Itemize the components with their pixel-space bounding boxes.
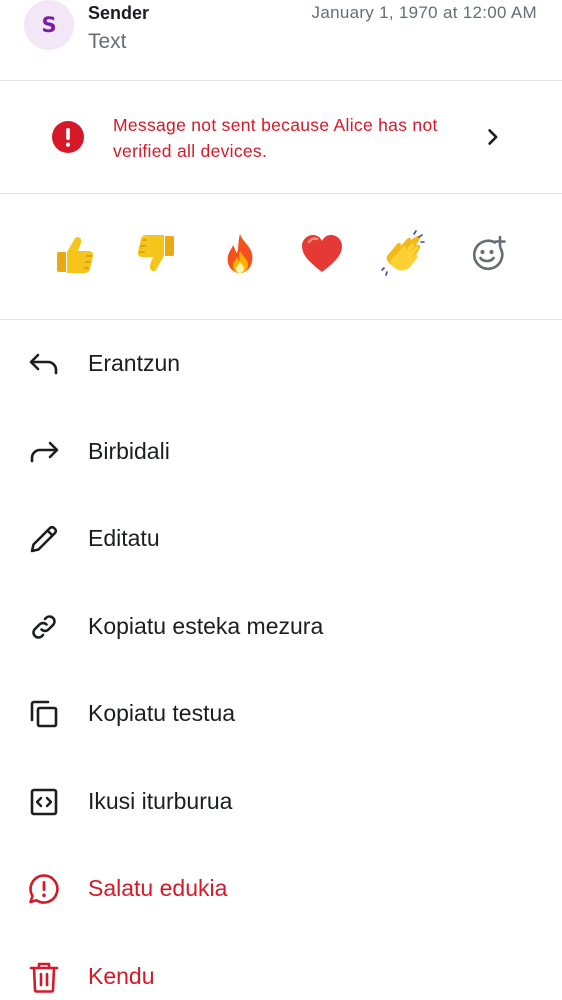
reply-icon (29, 353, 58, 375)
copy-icon (30, 700, 58, 728)
avatar-letter: S (41, 13, 57, 37)
add-reaction-icon (473, 235, 506, 270)
avatar: S (24, 0, 74, 50)
copy-link-label: Kopiatu esteka mezura (88, 612, 324, 639)
send-failure-text: Message not sent because Alice has not v… (113, 115, 438, 161)
sender-name: Sender (88, 3, 150, 23)
message-timestamp: January 1, 1970 at 12:00 AM (311, 3, 537, 22)
report-icon (29, 874, 59, 904)
report-content-action[interactable]: Salatu edukia (0, 845, 562, 932)
reaction-clapping-hands[interactable] (381, 230, 429, 278)
add-reaction-button[interactable] (464, 230, 512, 278)
clapping-hands-icon (381, 230, 425, 276)
message-header: S Sender Text January 1, 1970 at 12:00 A… (0, 0, 562, 80)
delete-icon (29, 962, 59, 993)
view-source-label: Ikusi iturburua (88, 787, 233, 814)
report-content-label: Salatu edukia (88, 875, 228, 901)
remove-label: Kendu (88, 962, 155, 989)
edit-pencil-icon (30, 525, 58, 553)
red-heart-icon (302, 235, 342, 272)
view-source-icon (30, 788, 58, 815)
reaction-thumbs-down[interactable] (133, 230, 181, 278)
chevron-right-icon (488, 129, 498, 145)
copy-text-label: Kopiatu testua (88, 700, 236, 726)
forward-label: Birbidali (88, 437, 170, 464)
send-failure-banner[interactable]: Message not sent because Alice has not v… (0, 81, 562, 193)
copy-link-action[interactable]: Kopiatu esteka mezura (0, 583, 562, 670)
view-source-action[interactable]: Ikusi iturburua (0, 758, 562, 845)
edit-label: Editatu (88, 525, 160, 551)
quick-reactions-row (0, 194, 562, 319)
reaction-thumbs-up[interactable] (50, 230, 98, 278)
fire-icon (227, 234, 253, 273)
link-icon (32, 614, 56, 639)
copy-text-action[interactable]: Kopiatu testua (0, 670, 562, 757)
remove-action[interactable]: Kendu (0, 933, 562, 1000)
reaction-fire[interactable] (216, 230, 264, 278)
edit-action[interactable]: Editatu (0, 495, 562, 582)
thumbs-up-icon (57, 236, 94, 273)
message-preview-text: Text (88, 30, 127, 53)
reply-action[interactable]: Erantzun (0, 320, 562, 407)
forward-action[interactable]: Birbidali (0, 408, 562, 495)
reaction-red-heart[interactable] (298, 230, 346, 278)
thumbs-down-icon (137, 235, 174, 272)
error-icon (52, 121, 84, 153)
forward-icon (30, 441, 59, 462)
reply-label: Erantzun (88, 350, 181, 376)
message-actions-sheet: S Sender Text January 1, 1970 at 12:00 A… (0, 0, 562, 1000)
